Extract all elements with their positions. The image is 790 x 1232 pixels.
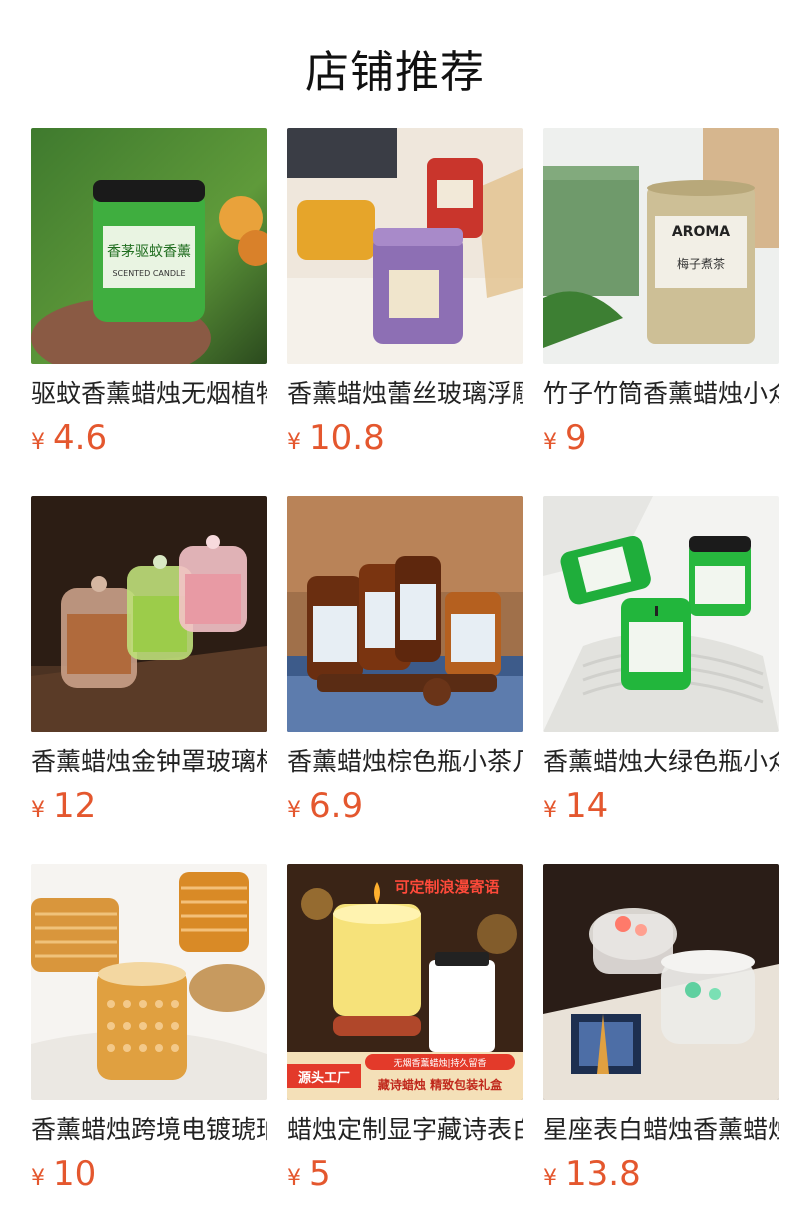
product-name[interactable]: 香薰蜡烛金钟罩玻璃杯: [31, 746, 267, 778]
product-image-citronella-candle[interactable]: 香茅驱蚊香薰 SCENTED CANDLE: [31, 128, 267, 364]
constellation-candles-image: [543, 864, 779, 1100]
product-name[interactable]: 星座表白蜡烛香薰蜡烛: [543, 1114, 779, 1146]
product-name[interactable]: 香薰蜡烛大绿色瓶小众: [543, 746, 779, 778]
currency-symbol: ¥: [287, 1166, 301, 1191]
currency-symbol: ¥: [543, 1166, 557, 1191]
product-image-constellation-candles[interactable]: [543, 864, 779, 1100]
amber-hobnail-candles-image: [31, 864, 267, 1100]
currency-symbol: ¥: [543, 430, 557, 455]
product-card[interactable]: 香薰蜡烛跨境电镀琥珀杯 ¥ 10: [31, 864, 267, 1232]
product-card[interactable]: 可定制浪漫寄语 源头工厂 无烟香薰蜡烛|持久留香 藏诗蜡烛 精致包装礼盒 蜡烛定…: [287, 864, 523, 1232]
product-price: ¥ 13.8: [543, 1154, 779, 1199]
citronella-sub-text: SCENTED CANDLE: [112, 269, 185, 278]
product-name[interactable]: 香薰蜡烛棕色瓶小茶几: [287, 746, 523, 778]
currency-symbol: ¥: [287, 430, 301, 455]
product-name[interactable]: 香薰蜡烛蕾丝玻璃浮雕杯: [287, 378, 523, 410]
product-name[interactable]: 蜡烛定制显字藏诗表白: [287, 1114, 523, 1146]
amber-bottle-candles-image: [287, 496, 523, 732]
currency-symbol: ¥: [31, 798, 45, 823]
product-card[interactable]: 香薰蜡烛金钟罩玻璃杯 ¥ 12: [31, 496, 267, 864]
page-title: 店铺推荐: [305, 47, 485, 98]
currency-symbol: ¥: [31, 430, 45, 455]
product-image-green-bottle-candles[interactable]: [543, 496, 779, 732]
factory-badge-text: 源头工厂: [298, 1070, 350, 1086]
product-name[interactable]: 竹子竹筒香薰蜡烛小众: [543, 378, 779, 410]
giftbox-line-text: 藏诗蜡烛 精致包装礼盒: [378, 1077, 503, 1092]
shop-recommend-page: 店铺推荐 香茅驱蚊香薰 SCENTED CANDLE 驱蚊香薰蜡烛无烟植 ¥ 4…: [0, 0, 790, 1232]
product-card[interactable]: AROMA 梅子煮茶 竹子竹筒香薰蜡烛小众 ¥ 9: [543, 128, 779, 496]
product-price: ¥ 10.8: [287, 418, 523, 463]
product-name[interactable]: 香薰蜡烛跨境电镀琥珀杯: [31, 1114, 267, 1146]
product-price: ¥ 9: [543, 418, 779, 463]
product-card[interactable]: 星座表白蜡烛香薰蜡烛 ¥ 13.8: [543, 864, 779, 1232]
price-value: 9: [565, 418, 587, 458]
citronella-candle-image: 香茅驱蚊香薰 SCENTED CANDLE: [31, 128, 267, 364]
bell-jar-candles-image: [31, 496, 267, 732]
price-value: 5: [309, 1154, 331, 1194]
product-card[interactable]: 香薰蜡烛大绿色瓶小众 ¥ 14: [543, 496, 779, 864]
custom-text-candle-image: 可定制浪漫寄语 源头工厂 无烟香薰蜡烛|持久留香 藏诗蜡烛 精致包装礼盒: [287, 864, 523, 1100]
product-grid: 香茅驱蚊香薰 SCENTED CANDLE 驱蚊香薰蜡烛无烟植物精油 ¥ 4.6: [31, 128, 779, 1232]
product-price: ¥ 5: [287, 1154, 523, 1199]
product-price: ¥ 6.9: [287, 786, 523, 831]
price-value: 10.8: [309, 418, 385, 458]
product-image-bamboo-candle[interactable]: AROMA 梅子煮茶: [543, 128, 779, 364]
lace-glass-candle-image: [287, 128, 523, 364]
currency-symbol: ¥: [31, 1166, 45, 1191]
citronella-label-text: 香茅驱蚊香薰: [107, 244, 191, 260]
product-image-amber-hobnail-candles[interactable]: [31, 864, 267, 1100]
aroma-label-text: AROMA: [672, 224, 730, 240]
product-price: ¥ 4.6: [31, 418, 267, 463]
product-price: ¥ 14: [543, 786, 779, 831]
product-image-lace-glass-candle[interactable]: [287, 128, 523, 364]
price-value: 13.8: [565, 1154, 641, 1194]
custom-banner-text: 可定制浪漫寄语: [394, 878, 499, 896]
product-card[interactable]: 香茅驱蚊香薰 SCENTED CANDLE 驱蚊香薰蜡烛无烟植物精油 ¥ 4.6: [31, 128, 267, 496]
aroma-sub-text: 梅子煮茶: [677, 256, 725, 271]
product-price: ¥ 10: [31, 1154, 267, 1199]
product-card[interactable]: 香薰蜡烛蕾丝玻璃浮雕杯 ¥ 10.8: [287, 128, 523, 496]
product-price: ¥ 12: [31, 786, 267, 831]
feature-line-text: 无烟香薰蜡烛|持久留香: [393, 1057, 486, 1069]
price-value: 12: [53, 786, 97, 826]
product-image-amber-bottle-candles[interactable]: [287, 496, 523, 732]
bamboo-candle-image: AROMA 梅子煮茶: [543, 128, 779, 364]
price-value: 14: [565, 786, 609, 826]
currency-symbol: ¥: [287, 798, 301, 823]
green-bottle-candles-image: [543, 496, 779, 732]
product-image-custom-text-candle[interactable]: 可定制浪漫寄语 源头工厂 无烟香薰蜡烛|持久留香 藏诗蜡烛 精致包装礼盒: [287, 864, 523, 1100]
product-name[interactable]: 驱蚊香薰蜡烛无烟植物精油: [31, 378, 267, 410]
price-value: 10: [53, 1154, 97, 1194]
price-value: 4.6: [53, 418, 108, 458]
product-image-bell-jar-candles[interactable]: [31, 496, 267, 732]
currency-symbol: ¥: [543, 798, 557, 823]
product-card[interactable]: 香薰蜡烛棕色瓶小茶几 ¥ 6.9: [287, 496, 523, 864]
price-value: 6.9: [309, 786, 364, 826]
